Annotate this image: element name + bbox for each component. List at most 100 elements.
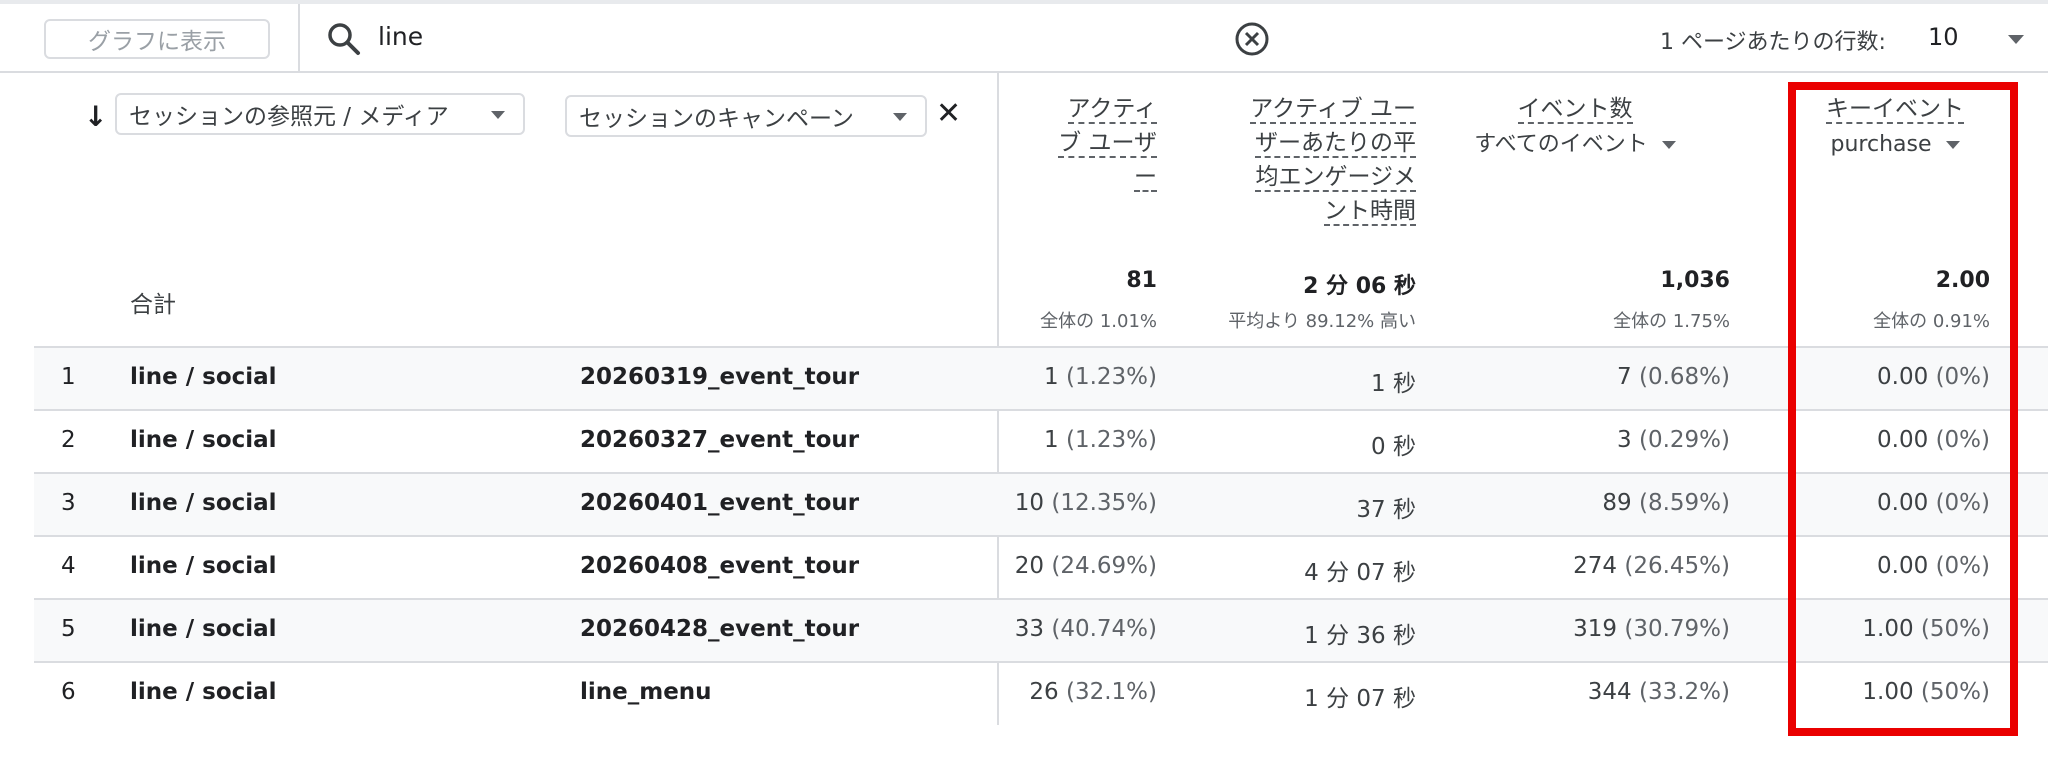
header-active-users[interactable]: アクティ ブ ユーザ ー xyxy=(1005,92,1157,194)
key-events-highlight-box xyxy=(1788,82,2018,736)
clear-circle-icon[interactable] xyxy=(1233,20,1271,58)
row-event-count-value: 319 xyxy=(1573,616,1618,642)
secondary-dimension-select[interactable]: セッションのキャンペーン xyxy=(565,95,927,137)
totals-label: 合計 xyxy=(130,292,176,318)
row-source-medium: line / social xyxy=(130,490,277,516)
row-event-count: 319 (30.79%) xyxy=(1440,616,1730,642)
row-number: 2 xyxy=(61,427,76,453)
row-number: 3 xyxy=(61,490,76,516)
row-avg-engagement-value: 1 分 07 秒 xyxy=(1304,686,1416,712)
row-campaign: 20260319_event_tour xyxy=(580,364,860,390)
row-event-count-value: 89 xyxy=(1602,490,1632,516)
dropdown-caret-icon xyxy=(491,111,505,119)
row-avg-engagement: 37 秒 xyxy=(1180,490,1416,524)
row-active-users: 1 (1.23%) xyxy=(1005,427,1157,453)
row-active-users-value: 26 xyxy=(1029,679,1059,705)
row-event-count: 7 (0.68%) xyxy=(1440,364,1730,390)
dropdown-caret-icon[interactable] xyxy=(2008,35,2024,44)
table-row[interactable]: 1 line / social 20260319_event_tour 1 (1.23… xyxy=(34,348,2048,409)
row-event-count-value: 3 xyxy=(1617,427,1632,453)
table-row[interactable]: 6 line / social line_menu 26 (32.1%) 1 分 07 … xyxy=(34,663,2048,724)
row-avg-engagement-value: 4 分 07 秒 xyxy=(1304,560,1416,586)
row-avg-engagement: 4 分 07 秒 xyxy=(1180,553,1416,587)
row-active-users-percent: (12.35%) xyxy=(1051,490,1157,516)
sort-down-arrow-icon[interactable]: ↓ xyxy=(84,100,107,133)
row-source-medium: line / social xyxy=(130,553,277,579)
secondary-dimension-label: セッションのキャンペーン xyxy=(579,106,854,132)
row-active-users: 26 (32.1%) xyxy=(1005,679,1157,705)
row-event-count-percent: (8.59%) xyxy=(1638,490,1730,516)
row-event-count-percent: (26.45%) xyxy=(1624,553,1730,579)
row-event-count-percent: (0.29%) xyxy=(1638,427,1730,453)
rows-per-page-select[interactable]: 10 xyxy=(1928,23,1959,51)
row-campaign: line_menu xyxy=(580,679,712,705)
header-avg-engagement-time[interactable]: アクティブ ユー ザーあたりの平 均エンゲージメ ント時間 xyxy=(1180,92,1416,228)
table-row[interactable]: 3 line / social 20260401_event_tour 10 (12.… xyxy=(34,474,2048,535)
row-source-medium: line / social xyxy=(130,616,277,642)
rows-per-page-label: 1 ページあたりの行数: xyxy=(1660,30,1886,55)
row-event-count: 274 (26.45%) xyxy=(1440,553,1730,579)
toolbar-divider-bottom xyxy=(0,71,2048,73)
total-active-users-sub: 全体の 1.01% xyxy=(1040,311,1157,332)
event-count-filter[interactable]: すべてのイベント xyxy=(1440,128,1710,162)
primary-dimension-label: セッションの参照元 / メディア xyxy=(129,104,449,130)
table-row[interactable]: 5 line / social 20260428_event_tour 33 (40.… xyxy=(34,600,2048,661)
total-event-count-sub: 全体の 1.75% xyxy=(1613,311,1730,332)
row-event-count: 89 (8.59%) xyxy=(1440,490,1730,516)
toolbar-divider xyxy=(298,4,300,72)
total-event-count: 1,036 xyxy=(1660,268,1730,293)
close-icon[interactable]: ✕ xyxy=(936,96,961,131)
row-event-count: 344 (33.2%) xyxy=(1440,679,1730,705)
search-icon[interactable] xyxy=(326,21,362,57)
row-event-count-percent: (30.79%) xyxy=(1624,616,1730,642)
dropdown-caret-icon xyxy=(1661,141,1676,149)
row-event-count-percent: (33.2%) xyxy=(1638,679,1730,705)
row-number: 6 xyxy=(61,679,76,705)
top-border xyxy=(0,0,2048,4)
primary-dimension-select[interactable]: セッションの参照元 / メディア xyxy=(115,93,525,135)
row-campaign: 20260428_event_tour xyxy=(580,616,860,642)
row-event-count: 3 (0.29%) xyxy=(1440,427,1730,453)
row-source-medium: line / social xyxy=(130,679,277,705)
row-avg-engagement: 0 秒 xyxy=(1180,427,1416,461)
row-avg-engagement-value: 1 秒 xyxy=(1371,371,1416,397)
row-active-users-value: 1 xyxy=(1044,364,1059,390)
row-active-users: 33 (40.74%) xyxy=(1005,616,1157,642)
row-active-users-percent: (32.1%) xyxy=(1065,679,1157,705)
table-row[interactable]: 4 line / social 20260408_event_tour 20 (24.… xyxy=(34,537,2048,598)
row-active-users: 1 (1.23%) xyxy=(1005,364,1157,390)
plot-on-graph-button[interactable]: グラフに表示 xyxy=(44,19,270,59)
row-active-users-value: 33 xyxy=(1014,616,1045,642)
table-row[interactable]: 2 line / social 20260327_event_tour 1 (1.23… xyxy=(34,411,2048,472)
row-avg-engagement-value: 37 秒 xyxy=(1356,497,1416,523)
total-active-users: 81 xyxy=(1126,268,1157,293)
dropdown-caret-icon xyxy=(893,113,907,121)
row-number: 1 xyxy=(61,364,76,390)
row-campaign: 20260408_event_tour xyxy=(580,553,860,579)
row-active-users-percent: (24.69%) xyxy=(1051,553,1157,579)
row-campaign: 20260327_event_tour xyxy=(580,427,860,453)
row-active-users-percent: (1.23%) xyxy=(1065,364,1157,390)
row-number: 4 xyxy=(61,553,76,579)
total-avg-engagement: 2 分 06 秒 xyxy=(1303,274,1416,299)
header-event-count[interactable]: イベント数 すべてのイベント xyxy=(1440,92,1710,162)
row-number: 5 xyxy=(61,616,76,642)
row-active-users-value: 1 xyxy=(1044,427,1059,453)
row-avg-engagement: 1 秒 xyxy=(1180,364,1416,398)
row-active-users: 10 (12.35%) xyxy=(1005,490,1157,516)
row-event-count-value: 274 xyxy=(1573,553,1618,579)
row-campaign: 20260401_event_tour xyxy=(580,490,860,516)
row-avg-engagement: 1 分 07 秒 xyxy=(1180,679,1416,713)
row-source-medium: line / social xyxy=(130,364,277,390)
row-active-users-value: 20 xyxy=(1014,553,1045,579)
search-input[interactable]: line xyxy=(378,22,423,51)
row-source-medium: line / social xyxy=(130,427,277,453)
row-active-users-percent: (40.74%) xyxy=(1051,616,1157,642)
row-event-count-value: 7 xyxy=(1617,364,1632,390)
row-avg-engagement: 1 分 36 秒 xyxy=(1180,616,1416,650)
row-event-count-value: 344 xyxy=(1587,679,1632,705)
row-active-users-percent: (1.23%) xyxy=(1065,427,1157,453)
row-event-count-percent: (0.68%) xyxy=(1638,364,1730,390)
row-avg-engagement-value: 0 秒 xyxy=(1371,434,1416,460)
total-avg-engagement-sub: 平均より 89.12% 高い xyxy=(1228,311,1416,332)
